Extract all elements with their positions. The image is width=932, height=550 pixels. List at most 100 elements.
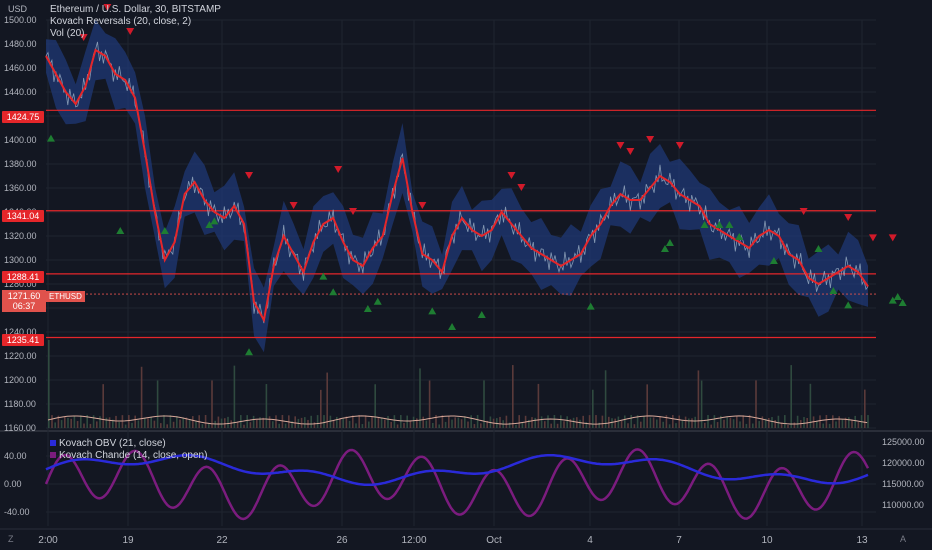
volume-bar <box>819 415 821 428</box>
volume-bar <box>83 423 85 428</box>
buy-marker-icon <box>893 293 902 300</box>
volume-bar <box>723 419 725 428</box>
buy-marker-icon <box>373 297 382 305</box>
volume-bar <box>793 422 796 428</box>
legend-sub: Kovach OBV (21, close) Kovach Chande (14… <box>50 438 207 462</box>
volume-bar <box>73 416 76 428</box>
currency-label: USD <box>8 4 28 14</box>
volume-bar <box>361 424 364 428</box>
auto-scale-button[interactable]: A <box>900 534 906 544</box>
volume-bar <box>467 421 469 428</box>
buy-marker-icon <box>660 245 669 252</box>
volume-bar <box>169 415 172 428</box>
volume-bar <box>403 422 405 428</box>
volume-bar <box>838 416 840 428</box>
volume-bar <box>310 415 312 428</box>
volume-bar <box>425 420 428 428</box>
legend-chande[interactable]: Kovach Chande (14, close, open) <box>50 450 207 462</box>
volume-bar <box>713 415 716 428</box>
volume-bar <box>704 422 706 428</box>
volume-bar <box>304 417 306 428</box>
volume-bar <box>582 415 584 428</box>
volume-bar <box>464 416 466 428</box>
volume-bar <box>508 422 511 428</box>
volume-bar <box>867 415 869 428</box>
zoom-toggle-button[interactable]: Z <box>8 534 14 544</box>
volume-bar <box>342 418 344 428</box>
volume-bar <box>332 420 335 428</box>
sell-marker-icon <box>626 148 635 155</box>
buy-marker-icon <box>814 245 823 252</box>
volume-bar <box>358 415 360 428</box>
volume-bar <box>137 420 140 428</box>
volume-bar <box>249 422 252 428</box>
volume-bar <box>345 416 348 428</box>
volume-bar <box>256 419 258 428</box>
volume-bar <box>236 422 239 428</box>
volume-bar <box>156 380 159 428</box>
volume-bar <box>406 415 408 428</box>
volume-bar <box>656 419 658 428</box>
volume-bar <box>803 417 805 428</box>
volume-bar <box>60 420 63 428</box>
volume-bar <box>150 416 152 428</box>
volume-bar <box>400 415 402 428</box>
volume-bar <box>118 422 120 428</box>
volume-bar <box>854 415 856 428</box>
volume-bar <box>339 418 341 428</box>
volume-bar <box>422 416 424 428</box>
legend-indicator-2[interactable]: Vol (20) <box>50 28 221 40</box>
volume-bar <box>505 415 508 428</box>
kovach-band <box>46 19 868 353</box>
volume-bar <box>675 423 677 428</box>
volume-bar <box>457 417 460 428</box>
volume-bar <box>444 421 447 428</box>
volume-bar <box>92 415 95 428</box>
sub-right-tick-label: 115000.00 <box>882 479 924 489</box>
volume-bar <box>515 424 517 428</box>
buy-marker-icon <box>586 302 595 310</box>
volume-bar <box>822 423 824 428</box>
volume-bar <box>697 370 700 428</box>
volume-bar <box>499 416 501 428</box>
volume-bar <box>556 423 559 428</box>
y-tick-label: 1460.00 <box>4 63 37 73</box>
volume-bar <box>588 415 591 428</box>
volume-bar <box>857 422 860 428</box>
volume-bar <box>217 416 220 428</box>
sell-marker-icon <box>868 234 877 242</box>
volume-bar <box>320 389 322 428</box>
x-tick-label: 12:00 <box>401 535 426 546</box>
y-tick-label: 1400.00 <box>4 135 37 145</box>
volume-bar <box>144 418 146 428</box>
volume-bar <box>96 421 98 428</box>
volume-bar <box>131 422 133 428</box>
volume-bar <box>592 389 594 428</box>
volume-bar <box>774 420 776 428</box>
volume-bar <box>115 415 117 428</box>
x-tick-label: 2:00 <box>38 535 58 546</box>
legend-indicator-1[interactable]: Kovach Reversals (20, close, 2) <box>50 16 221 28</box>
volume-bar <box>761 416 764 428</box>
volume-bar <box>272 421 274 428</box>
volume-bar <box>620 420 623 428</box>
y-tick-label: 1480.00 <box>4 39 37 49</box>
volume-bar <box>851 419 853 428</box>
volume-bar <box>176 416 178 428</box>
volume-bar <box>124 424 127 428</box>
volume-bar <box>755 380 757 428</box>
volume-bar <box>412 416 415 428</box>
legend-obv[interactable]: Kovach OBV (21, close) <box>50 438 207 450</box>
volume-bar <box>624 415 626 428</box>
volume-bar <box>716 422 719 428</box>
volume-bar <box>147 418 149 428</box>
volume-bar <box>633 424 636 428</box>
chande-swatch-icon <box>50 452 56 458</box>
sell-marker-icon <box>888 234 897 242</box>
buy-marker-icon <box>245 348 254 356</box>
volume-bar <box>451 419 453 428</box>
buy-marker-icon <box>665 239 674 246</box>
sell-marker-icon <box>507 172 516 179</box>
volume-bar <box>172 421 175 428</box>
chart-canvas[interactable]: 1160.001180.001200.001220.001240.001260.… <box>0 0 932 550</box>
